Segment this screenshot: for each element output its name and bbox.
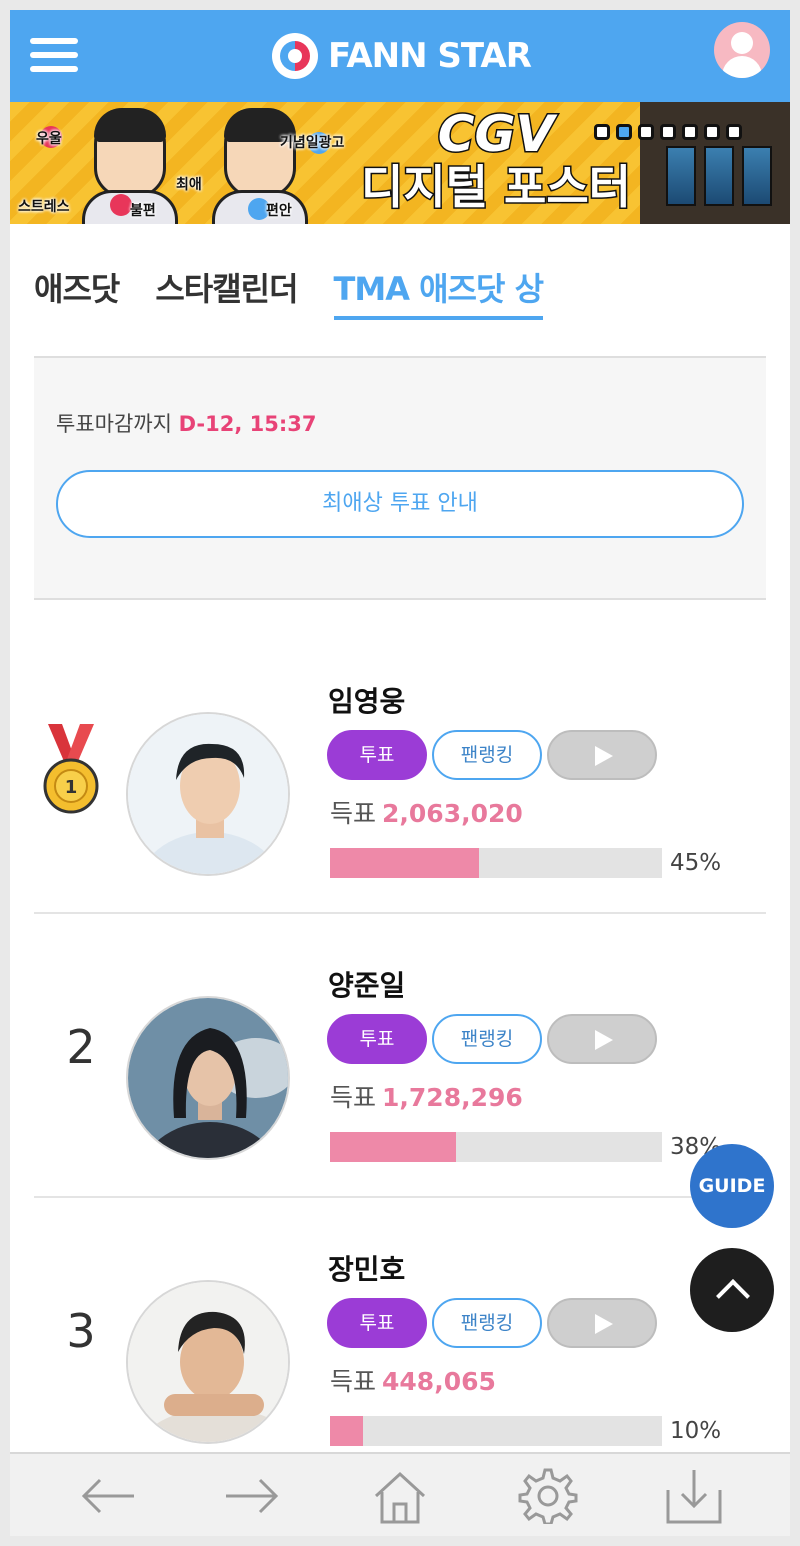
ranking-row: 3 장민호 투표 팬랭킹 득표 448,065 10% — [34, 1198, 766, 1482]
gold-medal-icon: 1 — [43, 724, 99, 814]
rank-number: 2 — [66, 1020, 96, 1074]
hamburger-menu-icon[interactable] — [30, 38, 78, 74]
svg-text:1: 1 — [65, 777, 78, 798]
vote-percent: 10% — [670, 1418, 722, 1444]
rank-number: 3 — [66, 1304, 96, 1358]
banner-word: 기념일광고 — [280, 135, 345, 151]
play-video-button[interactable] — [547, 1298, 657, 1348]
vote-percent: 45% — [670, 850, 722, 876]
fan-ranking-button[interactable]: 팬랭킹 — [432, 1014, 542, 1064]
play-video-button[interactable] — [547, 730, 657, 780]
deadline-label: 투표마감까지 — [56, 412, 172, 436]
banner-word: 편안 — [266, 203, 292, 219]
banner-word: 스트레스 — [18, 199, 70, 215]
votes-label: 득표 — [330, 1083, 377, 1112]
vote-deadline: 투표마감까지 D-12, 15:37 — [56, 408, 317, 438]
votes-label: 득표 — [330, 1367, 377, 1396]
banner-word: 불편 — [130, 203, 156, 219]
progress-fill — [330, 1416, 364, 1446]
guide-button[interactable]: GUIDE — [690, 1144, 774, 1228]
artist-name: 장민호 — [328, 1253, 406, 1286]
vote-progress-bar — [330, 1416, 662, 1446]
deadline-value: D-12, 15:37 — [178, 412, 317, 436]
vote-info-panel: 투표마감까지 D-12, 15:37 최애상 투표 안내 — [34, 356, 766, 600]
artist-photo[interactable] — [126, 1280, 290, 1444]
vote-count: 득표 448,065 — [330, 1362, 496, 1398]
artist-photo[interactable] — [126, 712, 290, 876]
artist-name: 임영웅 — [328, 685, 406, 718]
banner-title-line2: 디지털 포스터 — [360, 159, 633, 216]
banner-pager[interactable] — [594, 124, 742, 140]
votes-number: 2,063,020 — [382, 799, 523, 828]
gear-icon[interactable] — [518, 1468, 578, 1526]
tab-bar: 애즈닷 스타캘린더 TMA 애즈닷 상 — [34, 264, 544, 320]
votes-number: 448,065 — [382, 1367, 496, 1396]
votes-label: 득표 — [330, 799, 377, 828]
play-video-button[interactable] — [547, 1014, 657, 1064]
cartoon-face-sad — [94, 108, 166, 198]
banner-word: 최애 — [176, 177, 202, 193]
artist-name: 양준일 — [328, 969, 406, 1002]
download-icon[interactable] — [664, 1468, 724, 1524]
cartoon-face-happy — [224, 108, 296, 198]
forward-arrow-icon[interactable] — [222, 1468, 282, 1524]
chevron-up-icon[interactable] — [690, 1248, 774, 1332]
progress-fill — [330, 848, 480, 878]
tab-tma-award[interactable]: TMA 애즈닷 상 — [333, 264, 544, 320]
ranking-row: 1 임영웅 투표 팬랭킹 득표 2,063,020 45% — [34, 630, 766, 914]
vote-button[interactable]: 투표 — [327, 1014, 427, 1064]
ranking-row: 2 양준일 투표 팬랭킹 득표 1,728,296 38% — [34, 914, 766, 1198]
promo-banner[interactable]: 우울 스트레스 불편 최애 기념일광고 편안 CGV 디지털 포스터 — [10, 102, 790, 224]
vote-progress-bar — [330, 1132, 662, 1162]
progress-fill — [330, 1132, 457, 1162]
brand-name: FANN STAR — [328, 36, 532, 76]
vote-count: 득표 2,063,020 — [330, 794, 523, 830]
tab-star-calendar[interactable]: 스타캘린더 — [155, 264, 298, 320]
app-frame: FANN STAR 우울 스트레스 불편 최애 기념일광고 편안 CGV 디지털… — [10, 10, 790, 1536]
vote-button[interactable]: 투표 — [327, 1298, 427, 1348]
tab-adzdot[interactable]: 애즈닷 — [34, 264, 120, 320]
brand-logo[interactable]: FANN STAR — [272, 32, 532, 80]
top-header: FANN STAR — [10, 10, 790, 102]
vote-guide-button[interactable]: 최애상 투표 안내 — [56, 470, 744, 538]
back-arrow-icon[interactable] — [78, 1468, 138, 1524]
brand-mark-icon — [272, 33, 318, 79]
cinema-screens-illustration — [640, 102, 790, 224]
vote-button[interactable]: 투표 — [327, 730, 427, 780]
fan-ranking-button[interactable]: 팬랭킹 — [432, 1298, 542, 1348]
vote-progress-bar — [330, 848, 662, 878]
artist-photo[interactable] — [126, 996, 290, 1160]
bottom-nav-bar — [10, 1452, 790, 1536]
user-avatar-icon[interactable] — [714, 22, 770, 78]
votes-number: 1,728,296 — [382, 1083, 523, 1112]
banner-word: 우울 — [36, 131, 62, 147]
vote-count: 득표 1,728,296 — [330, 1078, 523, 1114]
home-icon[interactable] — [370, 1468, 430, 1524]
fan-ranking-button[interactable]: 팬랭킹 — [432, 730, 542, 780]
